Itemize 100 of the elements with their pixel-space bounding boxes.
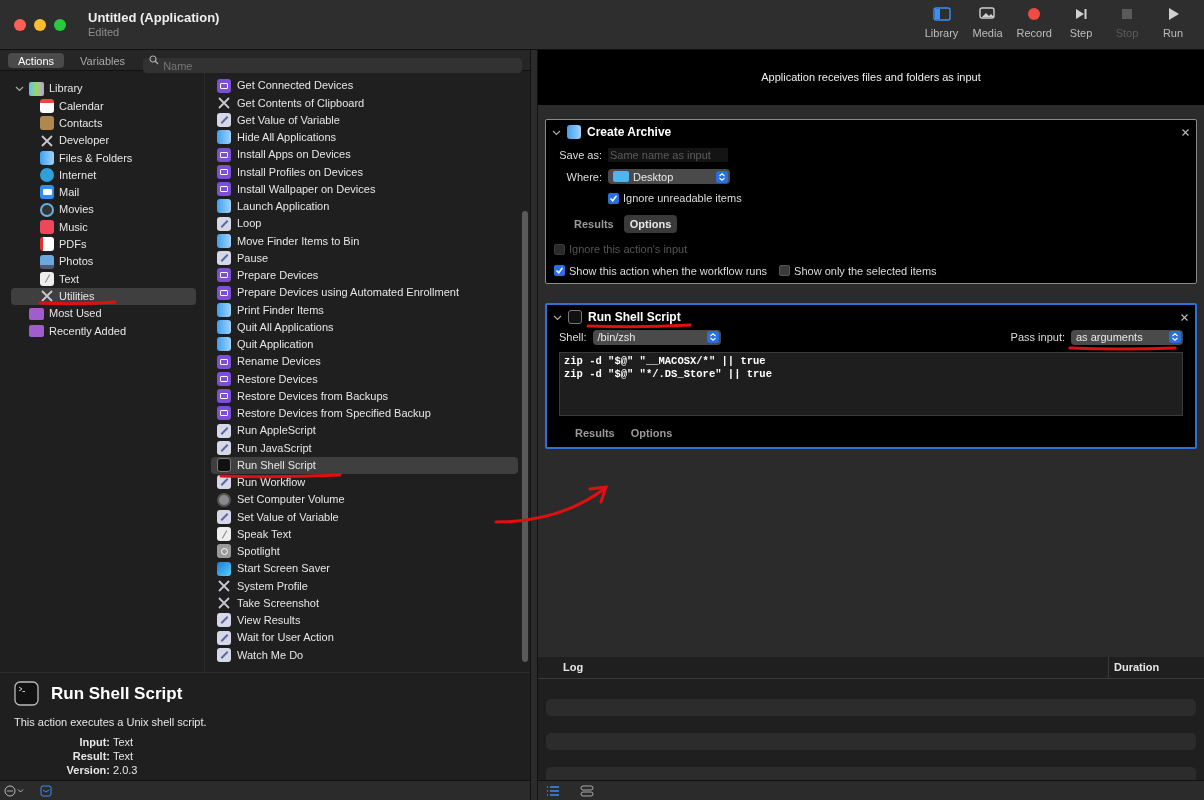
- action-item[interactable]: Restore Devices: [211, 370, 518, 388]
- toolbar-button[interactable]: Record: [1014, 7, 1054, 42]
- library-item[interactable]: Mail: [11, 183, 196, 202]
- code-line: zip -d "$@" "__MACOSX/*" || true: [564, 354, 766, 368]
- device-icon: [217, 164, 231, 179]
- action-item[interactable]: Prepare Devices using Automated Enrollment: [211, 284, 518, 302]
- script-editor[interactable]: zip -d "$@" "__MACOSX/*" || true zip -d "$@" "*/.DS_Store" || true: [559, 351, 1183, 416]
- library-item[interactable]: Files & Folders: [11, 149, 196, 167]
- library-item[interactable]: Movies: [11, 201, 196, 219]
- column-header[interactable]: Duration: [1108, 657, 1204, 678]
- library-item[interactable]: Contacts: [11, 114, 196, 132]
- action-item[interactable]: Install Wallpaper on Devices: [211, 180, 518, 198]
- description-toggle-icon[interactable]: [40, 784, 52, 797]
- library-item[interactable]: Recently Added: [11, 322, 196, 340]
- checkbox[interactable]: [554, 265, 565, 277]
- device-icon: [217, 285, 231, 300]
- action-item[interactable]: Wait for User Action: [211, 629, 518, 647]
- library-item[interactable]: Internet: [11, 166, 196, 184]
- search-icon: [149, 55, 160, 65]
- library-item[interactable]: Music: [11, 218, 196, 236]
- list-view-icon[interactable]: [546, 784, 560, 797]
- checkbox[interactable]: [608, 192, 619, 204]
- disclosure-icon[interactable]: [15, 84, 24, 94]
- action-item[interactable]: Spotlight: [211, 542, 518, 560]
- name-field[interactable]: Same name as input: [608, 148, 728, 163]
- minimize-window-button[interactable]: [34, 18, 46, 31]
- toolbar-button[interactable]: Library: [922, 7, 961, 42]
- tab[interactable]: Options: [624, 423, 679, 442]
- close-icon[interactable]: [1181, 127, 1190, 137]
- action-item[interactable]: Get Connected Devices: [211, 77, 518, 95]
- checkbox[interactable]: [779, 265, 791, 277]
- action-item[interactable]: Loop: [211, 215, 518, 233]
- folder-icon: [613, 171, 629, 183]
- folder-icon: [29, 307, 44, 320]
- location-popup[interactable]: Desktop: [608, 169, 730, 185]
- action-item[interactable]: Speak Text: [211, 525, 518, 543]
- action-item[interactable]: Rename Devices: [211, 353, 518, 371]
- action-item[interactable]: View Results: [211, 611, 518, 629]
- action-item[interactable]: Run AppleScript: [211, 422, 518, 440]
- action-item[interactable]: Set Value of Variable: [211, 508, 518, 526]
- library-item[interactable]: Text: [11, 270, 196, 288]
- search-field[interactable]: Name: [143, 58, 522, 74]
- action-item[interactable]: System Profile: [211, 577, 518, 595]
- scrollbar-thumb[interactable]: [522, 211, 528, 662]
- terminal-icon: [14, 681, 39, 707]
- column-header[interactable]: Log: [538, 657, 1108, 678]
- shell-popup[interactable]: /bin/zsh: [592, 329, 721, 345]
- action-item[interactable]: Quit All Applications: [211, 318, 518, 336]
- stop-icon: [1120, 7, 1134, 22]
- action-item[interactable]: Print Finder Items: [211, 301, 518, 319]
- close-icon[interactable]: [1180, 312, 1189, 322]
- window-title: Untitled (Application): [88, 10, 220, 25]
- tab[interactable]: Results: [568, 214, 620, 233]
- library-item[interactable]: Calendar: [11, 97, 196, 115]
- toolbar-button[interactable]: Step: [1062, 7, 1100, 42]
- action-item[interactable]: Run Workflow: [211, 473, 518, 491]
- library-item[interactable]: Most Used: [11, 304, 196, 323]
- action-item[interactable]: Hide All Applications: [211, 128, 518, 146]
- tab[interactable]: Variables: [70, 52, 136, 68]
- library-item[interactable]: PDFs: [11, 235, 196, 253]
- tools-icon: [40, 289, 54, 304]
- action-item[interactable]: Set Computer Volume: [211, 491, 518, 509]
- tab[interactable]: Options: [623, 214, 678, 233]
- action-item[interactable]: Start Screen Saver: [211, 560, 518, 578]
- action-item[interactable]: Pause: [211, 249, 518, 267]
- action-item[interactable]: Get Value of Variable: [211, 111, 518, 129]
- action-item[interactable]: Launch Application: [211, 197, 518, 215]
- action-item[interactable]: Install Profiles on Devices: [211, 163, 518, 181]
- split-view-icon[interactable]: [580, 784, 594, 797]
- library-item[interactable]: Library: [11, 80, 196, 98]
- zoom-window-button[interactable]: [54, 18, 66, 31]
- window-subtitle: Edited: [88, 24, 121, 39]
- info-value: 2.0.3: [113, 763, 139, 777]
- action-item[interactable]: Restore Devices from Specified Backup: [211, 404, 518, 422]
- library-item[interactable]: Photos: [11, 252, 196, 271]
- script-icon: [217, 509, 231, 524]
- action-card[interactable]: Run Shell Script Shell: /bin/zsh Pass input: as arguments zip -d "$@" "__MACOSX/*" || true zip -d "$@" "*/.DS_Store" || true Results Options: [545, 303, 1197, 449]
- magnifier-icon: [217, 544, 231, 559]
- action-item[interactable]: Get Contents of Clipboard: [211, 94, 518, 112]
- movies-icon: [40, 202, 54, 217]
- action-item[interactable]: Prepare Devices: [211, 266, 518, 284]
- close-window-button[interactable]: [14, 18, 26, 31]
- toolbar-button[interactable]: Media: [968, 7, 1007, 42]
- pass-input-popup[interactable]: as arguments: [1071, 329, 1183, 345]
- action-item[interactable]: Watch Me Do: [211, 646, 518, 664]
- action-item[interactable]: Take Screenshot: [211, 594, 518, 612]
- tab[interactable]: Actions: [8, 52, 65, 68]
- library-item[interactable]: Developer: [11, 131, 196, 150]
- sidebar-icon: [932, 7, 951, 22]
- more-menu-icon[interactable]: [4, 784, 26, 797]
- action-item[interactable]: Restore Devices from Backups: [211, 387, 518, 405]
- action-item[interactable]: Install Apps on Devices: [211, 146, 518, 164]
- field-label: Save as:: [558, 148, 602, 163]
- action-item[interactable]: Run JavaScript: [211, 439, 518, 457]
- action-item[interactable]: Quit Application: [211, 335, 518, 353]
- library-item[interactable]: Utilities: [11, 287, 196, 305]
- action-item[interactable]: Move Finder Items to Bin: [211, 232, 518, 250]
- toolbar-button[interactable]: Run: [1154, 7, 1192, 42]
- action-item[interactable]: Run Shell Script: [211, 456, 518, 474]
- tab[interactable]: Results: [569, 423, 621, 442]
